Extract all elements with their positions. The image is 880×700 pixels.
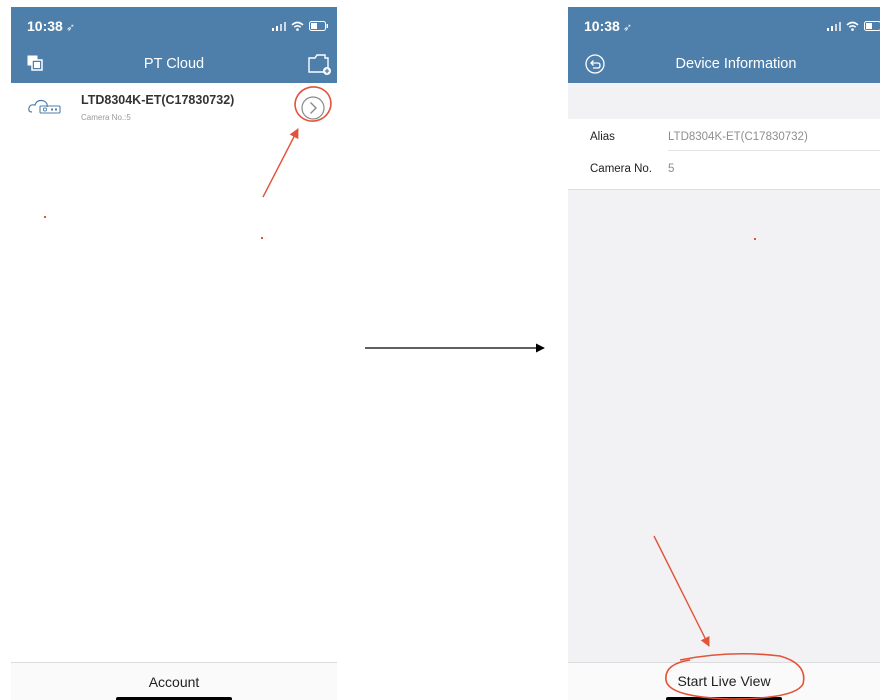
status-time: 10:38 ➶ — [27, 18, 76, 34]
camera-number-row: Camera No. 5 — [568, 151, 880, 189]
row-divider — [668, 150, 880, 151]
signal-icon — [272, 22, 286, 31]
stray-dot — [261, 237, 263, 239]
camera-number-value: 5 — [668, 163, 675, 175]
chevron-circle-icon — [301, 96, 325, 120]
alias-label: Alias — [590, 131, 615, 143]
status-bar: 10:38 ➶ — [11, 7, 337, 45]
stray-dot — [754, 238, 756, 240]
nav-bar: Device Information — [568, 45, 880, 83]
left-phone-screen: 10:38 ➶ PT Cloud LTD8304K-ET(C17830732) C… — [11, 7, 337, 700]
section-spacer — [568, 83, 880, 119]
cloud-device-icon — [28, 97, 64, 120]
section-divider — [568, 189, 880, 190]
add-device-icon[interactable] — [307, 53, 331, 80]
device-detail-button[interactable] — [299, 94, 327, 122]
start-live-view-button[interactable]: Start Live View — [677, 673, 770, 689]
device-camera-count: Camera No.:5 — [81, 113, 131, 122]
device-list-item[interactable]: LTD8304K-ET(C17830732) Camera No.:5 — [11, 83, 337, 137]
location-arrow-icon: ➶ — [65, 22, 76, 34]
stray-dot — [44, 216, 46, 218]
action-bar: Start Live View — [568, 662, 880, 700]
device-name: LTD8304K-ET(C17830732) — [81, 93, 235, 107]
status-icons — [272, 20, 329, 32]
battery-icon — [309, 21, 328, 31]
signal-icon — [827, 22, 841, 31]
status-icons — [827, 20, 880, 32]
status-bar: 10:38 ➶ — [568, 7, 880, 45]
right-phone-screen: 10:38 ➶ Device Information Alias LTD8304K… — [568, 7, 880, 700]
tab-account[interactable]: Account — [11, 662, 337, 700]
location-arrow-icon: ➶ — [622, 22, 633, 34]
battery-icon — [864, 21, 880, 31]
tab-account-label: Account — [148, 674, 200, 690]
nav-bar: PT Cloud — [11, 45, 337, 83]
wifi-icon — [291, 21, 304, 31]
status-time: 10:38 ➶ — [584, 18, 633, 34]
page-title: PT Cloud — [143, 56, 205, 72]
wifi-icon — [846, 21, 859, 31]
alias-value: LTD8304K-ET(C17830732) — [668, 131, 808, 143]
page-title: Device Information — [675, 56, 797, 72]
camera-number-label: Camera No. — [590, 163, 652, 175]
